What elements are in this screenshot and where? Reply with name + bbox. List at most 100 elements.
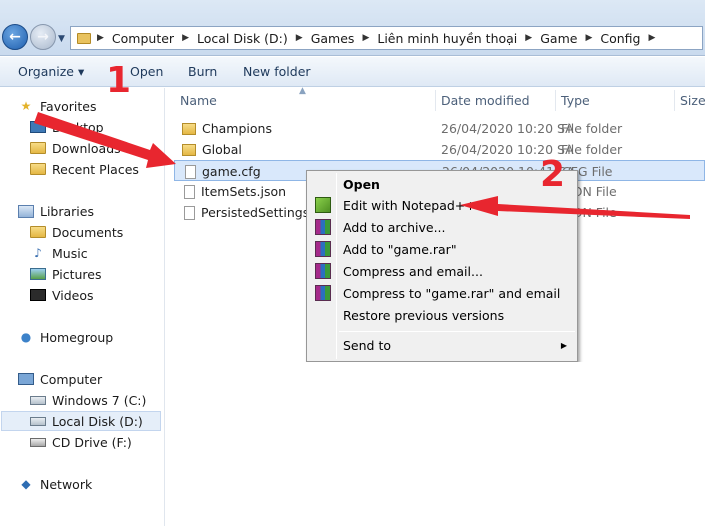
column-header-size[interactable]: Size	[680, 88, 705, 113]
winrar-icon	[315, 219, 331, 235]
computer-icon	[18, 373, 34, 385]
column-header-name[interactable]: Name	[180, 88, 217, 113]
menu-item-add-archive[interactable]: Add to archive...	[309, 216, 575, 238]
cd-drive-icon	[30, 437, 46, 447]
nav-downloads[interactable]: Downloads	[30, 138, 121, 158]
submenu-arrow-icon: ▶	[560, 340, 567, 350]
nav-videos[interactable]: Videos	[30, 285, 94, 305]
menu-item-restore-versions[interactable]: Restore previous versions	[309, 304, 575, 326]
menu-label: Restore previous versions	[343, 307, 505, 323]
nav-label: Computer	[40, 371, 103, 387]
address-area: ← → ▼ ▶ Computer ▶ Local Disk (D:) ▶ Gam…	[0, 0, 705, 56]
column-header-type[interactable]: Type	[561, 88, 590, 113]
breadcrumb-lien-minh[interactable]: Liên minh huyền thoại	[377, 31, 517, 46]
menu-item-edit-notepad[interactable]: Edit with Notepad++	[309, 194, 575, 216]
back-button[interactable]: ←	[2, 24, 28, 50]
drive-icon	[30, 416, 46, 426]
homegroup-icon: ●	[20, 330, 32, 344]
menu-separator	[339, 331, 575, 332]
file-name-cell: Champions	[182, 118, 272, 139]
desktop-icon	[30, 121, 46, 133]
file-icon	[184, 184, 195, 199]
column-divider[interactable]	[674, 90, 675, 111]
breadcrumb-computer[interactable]: Computer	[112, 31, 174, 46]
breadcrumb-local-disk[interactable]: Local Disk (D:)	[197, 31, 288, 46]
breadcrumb-game[interactable]: Game	[540, 31, 577, 46]
back-arrow-icon: ←	[9, 29, 21, 45]
notepad-plus-plus-icon	[315, 197, 331, 213]
menu-item-compress-email[interactable]: Compress and email...	[309, 260, 575, 282]
forward-button[interactable]: →	[30, 24, 56, 50]
menu-label: Compress to "game.rar" and email	[343, 285, 561, 301]
nav-pictures[interactable]: Pictures	[30, 264, 102, 284]
file-type: File folder	[561, 121, 623, 136]
column-divider[interactable]	[435, 90, 436, 111]
file-name-cell: game.cfg	[183, 161, 261, 182]
folder-icon	[182, 143, 196, 156]
breadcrumb-arrow-icon[interactable]: ▶	[525, 33, 532, 43]
documents-icon	[30, 226, 46, 238]
nav-windows7-drive[interactable]: Windows 7 (C:)	[30, 390, 146, 410]
nav-music[interactable]: ♪ Music	[30, 243, 87, 263]
winrar-icon	[315, 241, 331, 257]
menu-label: Add to "game.rar"	[343, 241, 457, 257]
file-name: game.cfg	[202, 164, 261, 179]
organize-button[interactable]: Organize ▾	[10, 64, 92, 79]
address-bar[interactable]: ▶ Computer ▶ Local Disk (D:) ▶ Games ▶ L…	[70, 26, 703, 50]
winrar-icon	[315, 263, 331, 279]
column-divider[interactable]	[555, 90, 556, 111]
new-folder-button[interactable]: New folder	[235, 64, 319, 79]
nav-desktop[interactable]: Desktop	[30, 117, 104, 137]
nav-label: Network	[40, 476, 93, 492]
burn-button[interactable]: Burn	[180, 64, 225, 79]
nav-label: Libraries	[40, 203, 94, 219]
breadcrumb-arrow-icon[interactable]: ▶	[97, 33, 104, 43]
breadcrumb-arrow-icon[interactable]: ▶	[585, 33, 592, 43]
music-icon: ♪	[34, 246, 42, 260]
breadcrumb-arrow-icon[interactable]: ▶	[362, 33, 369, 43]
column-header-date-modified[interactable]: Date modified	[441, 88, 530, 113]
table-row[interactable]: Global 26/04/2020 10:20 SA File folder	[174, 139, 705, 160]
nav-homegroup[interactable]: ● Homegroup	[18, 327, 113, 347]
file-date: 26/04/2020 10:20 SA	[441, 121, 574, 136]
step-1-number: 1	[106, 60, 132, 101]
nav-local-disk-d[interactable]: Local Disk (D:)	[1, 411, 161, 431]
recent-pages-dropdown-icon[interactable]: ▼	[58, 34, 65, 44]
nav-label: Homegroup	[40, 329, 114, 345]
menu-label: Compress and email...	[343, 263, 483, 279]
recent-places-icon	[30, 163, 46, 175]
menu-item-add-rar[interactable]: Add to "game.rar"	[309, 238, 575, 260]
menu-label: Send to	[343, 337, 392, 353]
menu-label: Open	[343, 176, 380, 192]
nav-recent-places[interactable]: Recent Places	[30, 159, 139, 179]
menu-item-open[interactable]: Open	[309, 173, 575, 195]
breadcrumb-arrow-icon[interactable]: ▶	[296, 33, 303, 43]
nav-libraries[interactable]: Libraries	[18, 201, 94, 221]
menu-item-send-to[interactable]: Send to ▶	[309, 334, 575, 356]
menu-item-compress-rar-email[interactable]: Compress to "game.rar" and email	[309, 282, 575, 304]
folder-icon	[77, 32, 91, 44]
file-name: Global	[202, 142, 242, 157]
breadcrumb-games[interactable]: Games	[311, 31, 355, 46]
nav-favorites[interactable]: ★ Favorites	[18, 96, 97, 116]
breadcrumb-arrow-icon[interactable]: ▶	[182, 33, 189, 43]
file-name-cell: ItemSets.json	[182, 181, 286, 202]
breadcrumb-config[interactable]: Config	[600, 31, 640, 46]
nav-computer[interactable]: Computer	[18, 369, 102, 389]
nav-documents[interactable]: Documents	[30, 222, 123, 242]
nav-label: Recent Places	[52, 161, 139, 177]
nav-label: Pictures	[52, 266, 102, 282]
menu-label: Edit with Notepad++	[343, 197, 476, 213]
file-type: File folder	[561, 142, 623, 157]
breadcrumb-arrow-icon[interactable]: ▶	[648, 33, 655, 43]
nav-label: Windows 7 (C:)	[52, 392, 147, 408]
table-row[interactable]: Champions 26/04/2020 10:20 SA File folde…	[174, 118, 705, 139]
navigation-pane: ★ Favorites Desktop Downloads Recent Plac…	[0, 88, 165, 526]
libraries-icon	[18, 204, 34, 218]
network-icon: ◆	[21, 477, 31, 491]
nav-label: Favorites	[40, 98, 97, 114]
nav-network[interactable]: ◆ Network	[18, 474, 92, 494]
nav-cd-drive[interactable]: CD Drive (F:)	[30, 432, 132, 452]
nav-label: Desktop	[52, 119, 104, 135]
menu-label: Add to archive...	[343, 219, 446, 235]
